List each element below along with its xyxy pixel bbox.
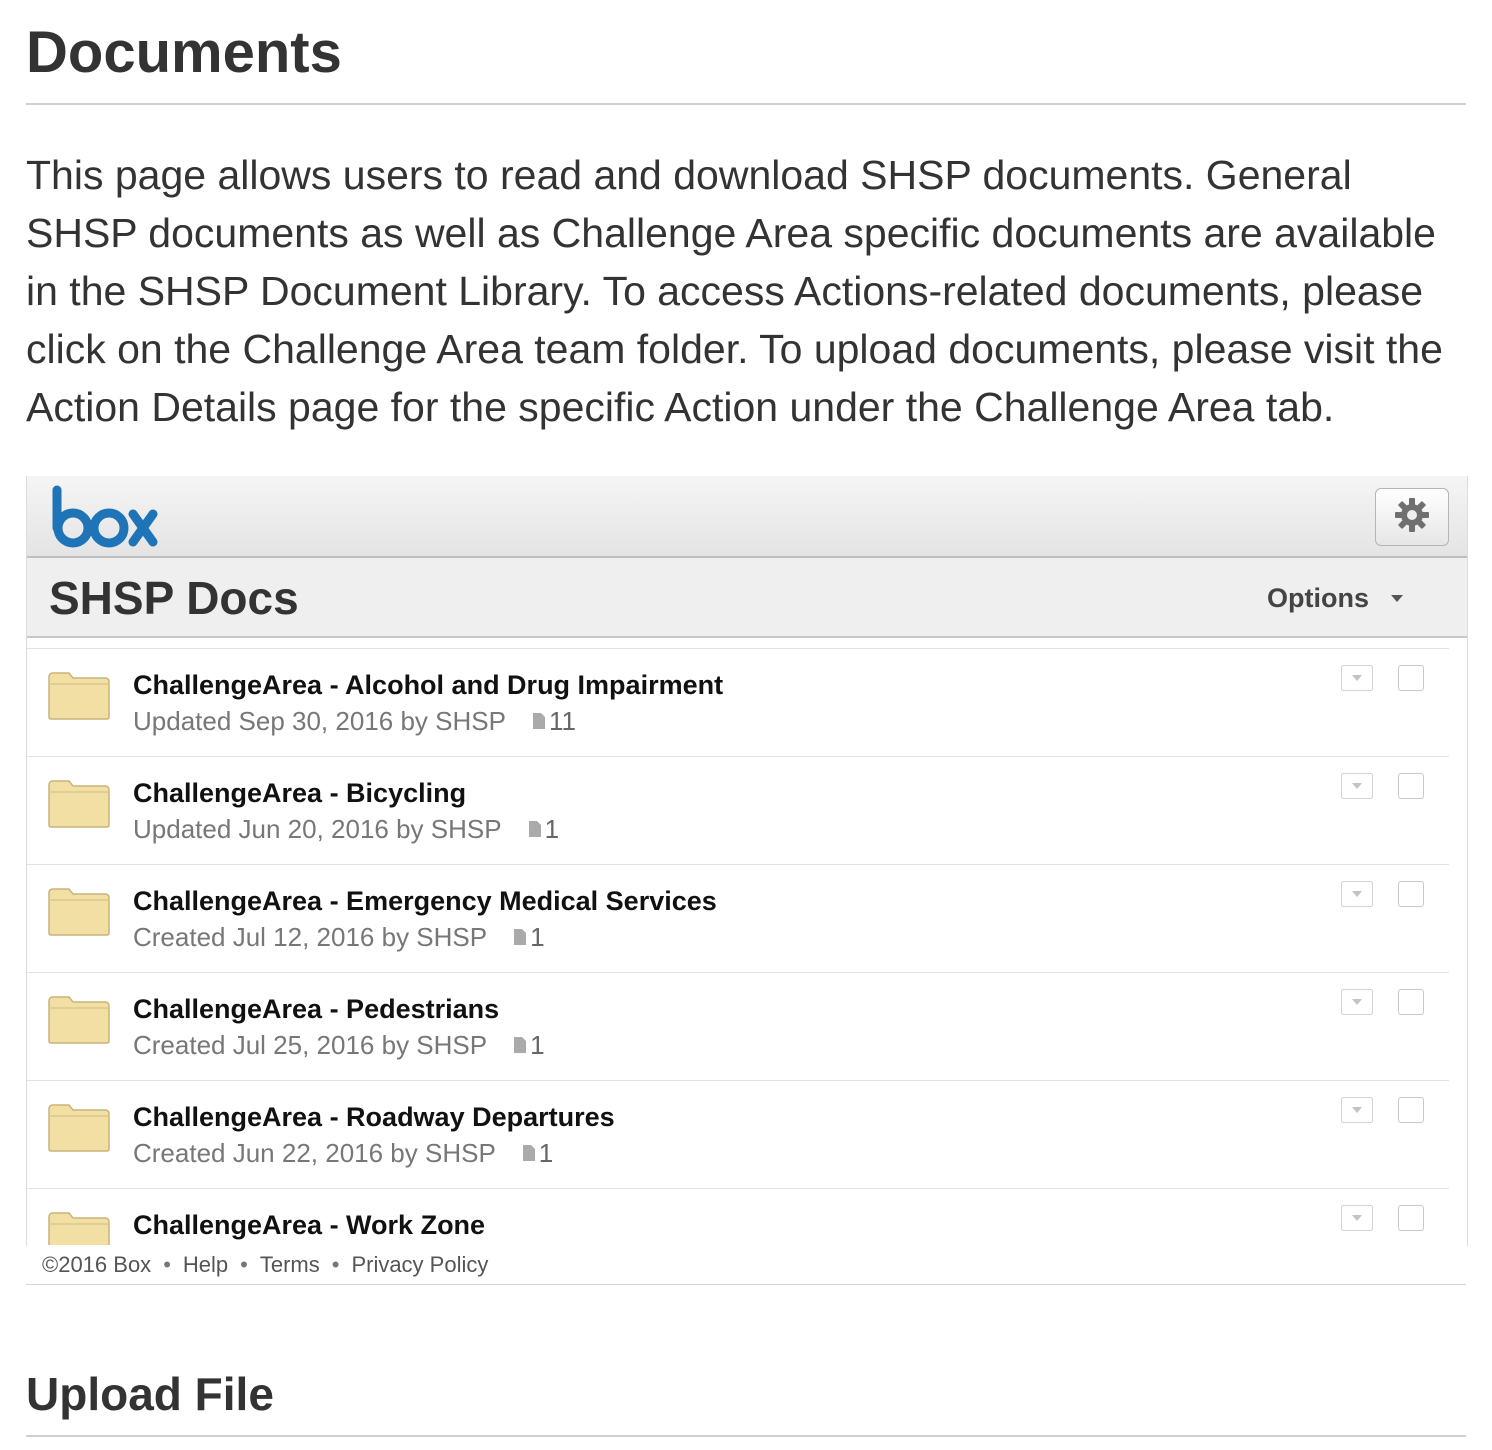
box-logo[interactable] bbox=[49, 484, 161, 553]
footer-separator: • bbox=[331, 1252, 340, 1277]
folder-icon bbox=[47, 1209, 111, 1245]
file-icon bbox=[532, 703, 546, 739]
list-item[interactable]: ChallengeArea - Alcohol and Drug Impairm… bbox=[27, 648, 1449, 757]
item-checkbox[interactable] bbox=[1398, 881, 1424, 907]
file-count: 1 bbox=[522, 1135, 553, 1171]
item-checkbox[interactable] bbox=[1398, 989, 1424, 1015]
chevron-down-icon bbox=[1352, 999, 1362, 1005]
file-icon bbox=[528, 811, 542, 847]
item-checkbox[interactable] bbox=[1398, 1097, 1424, 1123]
page-title: Documents bbox=[26, 20, 342, 85]
item-menu-button[interactable] bbox=[1341, 881, 1373, 907]
footer-separator: • bbox=[163, 1252, 171, 1277]
list-item[interactable]: ChallengeArea - Emergency Medical Servic… bbox=[27, 865, 1449, 973]
folder-meta: Updated Sep 30, 2016 by SHSP 11 bbox=[133, 703, 576, 739]
folder-list: ChallengeArea - Alcohol and Drug Impairm… bbox=[27, 648, 1449, 1245]
folder-icon bbox=[47, 885, 111, 942]
help-link[interactable]: Help bbox=[183, 1248, 228, 1282]
file-icon bbox=[513, 1027, 527, 1063]
settings-button[interactable] bbox=[1375, 488, 1449, 546]
item-menu-button[interactable] bbox=[1341, 665, 1373, 691]
folder-meta-text: Updated Sep 30, 2016 by SHSP bbox=[133, 706, 506, 736]
gear-icon bbox=[1394, 497, 1430, 538]
box-footer: ©2016 Box • Help • Terms • Privacy Polic… bbox=[26, 1248, 1466, 1285]
chevron-down-icon bbox=[1391, 594, 1403, 602]
file-count-value: 1 bbox=[538, 1138, 554, 1168]
copyright-text: ©2016 Box bbox=[42, 1252, 152, 1277]
item-menu-button[interactable] bbox=[1341, 1205, 1373, 1231]
list-item[interactable]: ChallengeArea - Work Zone bbox=[27, 1189, 1449, 1245]
item-menu-button[interactable] bbox=[1341, 773, 1373, 799]
options-label: Options bbox=[1267, 583, 1369, 613]
item-checkbox[interactable] bbox=[1398, 1205, 1424, 1231]
chevron-down-icon bbox=[1352, 675, 1362, 681]
file-count: 11 bbox=[532, 703, 576, 739]
file-count: 1 bbox=[513, 1027, 545, 1063]
folder-name-link[interactable]: ChallengeArea - Pedestrians bbox=[133, 991, 499, 1027]
box-header bbox=[27, 476, 1467, 558]
folder-meta-text: Updated Jun 20, 2016 by SHSP bbox=[133, 814, 502, 844]
chevron-down-icon bbox=[1352, 1215, 1362, 1221]
file-count-value: 1 bbox=[544, 814, 560, 844]
folder-name-link[interactable]: ChallengeArea - Emergency Medical Servic… bbox=[133, 883, 717, 919]
folder-meta: Created Jul 25, 2016 by SHSP 1 bbox=[133, 1027, 545, 1063]
upload-section-title: Upload File bbox=[26, 1368, 274, 1420]
file-count: 1 bbox=[513, 919, 545, 955]
list-item[interactable]: ChallengeArea - Roadway Departures Create… bbox=[27, 1081, 1449, 1189]
folder-bar: SHSP Docs Options bbox=[27, 558, 1467, 638]
folder-meta: Created Jun 22, 2016 by SHSP 1 bbox=[133, 1135, 553, 1171]
file-count: 1 bbox=[528, 811, 559, 847]
list-item[interactable]: ChallengeArea - Pedestrians Created Jul 2… bbox=[27, 973, 1449, 1081]
folder-meta-text: Created Jul 25, 2016 by SHSP bbox=[133, 1030, 488, 1060]
folder-icon bbox=[47, 993, 111, 1050]
folder-name-link[interactable]: ChallengeArea - Alcohol and Drug Impairm… bbox=[133, 667, 723, 703]
title-divider bbox=[26, 103, 1466, 105]
item-checkbox[interactable] bbox=[1398, 773, 1424, 799]
folder-icon bbox=[47, 669, 111, 726]
chevron-down-icon bbox=[1352, 891, 1362, 897]
item-menu-button[interactable] bbox=[1341, 1097, 1373, 1123]
folder-meta: Created Jul 12, 2016 by SHSP 1 bbox=[133, 919, 545, 955]
footer-separator: • bbox=[240, 1252, 248, 1277]
file-count-value: 1 bbox=[530, 922, 545, 952]
folder-name-link[interactable]: ChallengeArea - Bicycling bbox=[133, 775, 466, 811]
folder-name-link[interactable]: ChallengeArea - Roadway Departures bbox=[133, 1099, 615, 1135]
folder-meta-text: Created Jul 12, 2016 by SHSP bbox=[133, 922, 488, 952]
options-dropdown[interactable]: Options bbox=[1267, 580, 1403, 616]
file-count-value: 11 bbox=[548, 706, 576, 736]
folder-meta-text: Created Jun 22, 2016 by SHSP bbox=[133, 1138, 496, 1168]
list-item[interactable]: ChallengeArea - Bicycling Updated Jun 20,… bbox=[27, 757, 1449, 865]
terms-link[interactable]: Terms bbox=[260, 1248, 320, 1282]
item-checkbox[interactable] bbox=[1398, 665, 1424, 691]
box-embed: SHSP Docs Options ChallengeArea - Alcoho… bbox=[26, 476, 1468, 1246]
file-count-value: 1 bbox=[530, 1030, 545, 1060]
upload-divider bbox=[26, 1435, 1466, 1437]
privacy-policy-link[interactable]: Privacy Policy bbox=[351, 1248, 488, 1282]
folder-meta: Updated Jun 20, 2016 by SHSP 1 bbox=[133, 811, 559, 847]
file-icon bbox=[522, 1135, 536, 1171]
chevron-down-icon bbox=[1352, 783, 1362, 789]
file-icon bbox=[513, 919, 527, 955]
folder-name-link[interactable]: ChallengeArea - Work Zone bbox=[133, 1207, 485, 1243]
folder-icon bbox=[47, 1101, 111, 1158]
item-menu-button[interactable] bbox=[1341, 989, 1373, 1015]
folder-icon bbox=[47, 777, 111, 834]
intro-paragraph: This page allows users to read and downl… bbox=[26, 152, 1443, 430]
folder-title: SHSP Docs bbox=[49, 572, 299, 624]
chevron-down-icon bbox=[1352, 1107, 1362, 1113]
